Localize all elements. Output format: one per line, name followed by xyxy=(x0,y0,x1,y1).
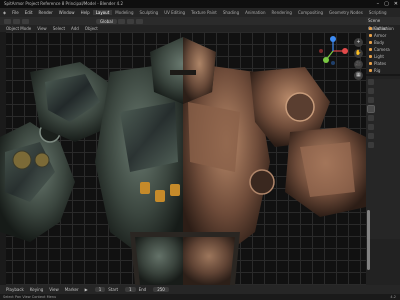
tab-rendering[interactable]: Rendering xyxy=(269,10,295,15)
3d-viewport[interactable]: + ✋ 🎥 ▦ xyxy=(0,32,366,285)
snap-icon[interactable] xyxy=(126,18,134,24)
material-properties-icon[interactable] xyxy=(368,142,374,148)
tab-uv-editing[interactable]: UV Editing xyxy=(161,10,188,15)
close-button[interactable]: ✕ xyxy=(394,0,398,8)
scrollbar[interactable] xyxy=(367,210,370,270)
zoom-button[interactable]: + xyxy=(354,38,363,47)
timeline-bar: Playback Keying View Marker ▶ 1 Start 1 … xyxy=(0,285,400,294)
menu-object[interactable]: Object xyxy=(82,26,101,31)
right-panels: Scene Collection Collection Armor Body C… xyxy=(366,17,400,285)
gizmo-z-axis[interactable] xyxy=(330,36,336,42)
timeline-keying-menu[interactable]: Keying xyxy=(27,287,46,292)
status-hints: Select Pan View Context Menu xyxy=(3,295,57,299)
timeline-marker-menu[interactable]: Marker xyxy=(62,287,82,292)
outliner-item[interactable]: Plates xyxy=(366,60,400,67)
light-icon xyxy=(369,55,372,58)
end-frame-field[interactable]: 250 xyxy=(153,287,169,292)
world-properties-icon[interactable] xyxy=(368,115,374,121)
tab-texture-paint[interactable]: Texture Paint xyxy=(188,10,220,15)
outliner-header: Scene Collection xyxy=(366,17,400,31)
proportional-edit-icon[interactable] xyxy=(135,18,143,24)
status-bar: Select Pan View Context Menu 4.2 xyxy=(0,294,400,300)
ortho-toggle-button[interactable]: ▦ xyxy=(354,71,363,80)
panel-divider[interactable] xyxy=(366,74,400,76)
outliner-item[interactable]: Rig xyxy=(366,67,400,74)
menu-edit[interactable]: Edit xyxy=(22,10,36,15)
armature-icon xyxy=(369,69,372,72)
gizmo-y-axis[interactable] xyxy=(323,57,329,63)
object-properties-icon[interactable] xyxy=(368,124,374,130)
play-button[interactable]: ▶ xyxy=(82,287,91,292)
mech-model-render xyxy=(0,37,366,285)
window-controls: – ▢ ✕ xyxy=(377,0,398,8)
viewport-header: Global xyxy=(0,17,366,25)
tab-compositing[interactable]: Compositing xyxy=(295,10,326,15)
tab-shading[interactable]: Shading xyxy=(220,10,242,15)
maximize-button[interactable]: ▢ xyxy=(384,0,389,8)
viewport-menu-bar: Object Mode View Select Add Object xyxy=(0,25,366,32)
timeline-playback-menu[interactable]: Playback xyxy=(3,287,27,292)
menu-file[interactable]: File xyxy=(9,10,22,15)
properties-panel xyxy=(366,79,400,239)
navigation-gizmo[interactable] xyxy=(318,36,348,66)
modifier-properties-icon[interactable] xyxy=(368,133,374,139)
mesh-icon xyxy=(369,62,372,65)
mesh-icon xyxy=(369,34,372,37)
tab-sculpting[interactable]: Sculpting xyxy=(137,10,162,15)
menu-render[interactable]: Render xyxy=(36,10,56,15)
menu-window[interactable]: Window xyxy=(56,10,78,15)
outliner-item[interactable]: Armor xyxy=(366,32,400,39)
camera-view-button[interactable]: 🎥 xyxy=(354,60,363,69)
window-title: SpitArmor Project Reference 8 Principal/… xyxy=(4,1,124,6)
outliner-item[interactable]: Body xyxy=(366,39,400,46)
menu-add[interactable]: Add xyxy=(68,26,82,31)
tab-animation[interactable]: Animation xyxy=(242,10,268,15)
tool-properties-icon[interactable] xyxy=(368,79,374,85)
scene-properties-icon[interactable] xyxy=(367,105,375,113)
timeline-view-menu[interactable]: View xyxy=(46,287,62,292)
output-properties-icon[interactable] xyxy=(368,97,374,103)
version-label: 4.2 xyxy=(390,295,396,299)
render-properties-icon[interactable] xyxy=(368,88,374,94)
gizmo-x-axis[interactable] xyxy=(342,48,348,54)
tab-modeling[interactable]: Modeling xyxy=(112,10,136,15)
editor-type-icon[interactable] xyxy=(4,18,11,24)
end-label: End xyxy=(138,287,147,292)
camera-icon xyxy=(369,48,372,51)
outliner-item[interactable]: Camera xyxy=(366,46,400,53)
menu-select[interactable]: Select xyxy=(50,26,68,31)
pan-button[interactable]: ✋ xyxy=(354,49,363,58)
tab-scripting[interactable]: Scripting xyxy=(366,10,390,15)
tab-layout[interactable]: Layout xyxy=(92,10,113,15)
select-extend-icon[interactable] xyxy=(22,18,29,24)
blender-logo-icon[interactable]: ◈ xyxy=(0,10,9,15)
outliner-item[interactable]: Light xyxy=(366,53,400,60)
title-bar: SpitArmor Project Reference 8 Principal/… xyxy=(0,0,400,8)
select-box-icon[interactable] xyxy=(13,18,20,24)
current-frame-field[interactable]: 1 xyxy=(94,287,106,292)
transform-orientation-dropdown[interactable]: Global xyxy=(96,18,117,24)
start-frame-field[interactable]: 1 xyxy=(125,287,136,292)
collection-icon xyxy=(369,27,372,30)
tab-geometry-nodes[interactable]: Geometry Nodes xyxy=(326,10,366,15)
menu-bar: ◈ File Edit Render Window Help Layout Mo… xyxy=(0,8,400,17)
minimize-button[interactable]: – xyxy=(377,0,380,8)
menu-help[interactable]: Help xyxy=(78,10,93,15)
pivot-icon[interactable] xyxy=(117,18,125,24)
start-label: Start xyxy=(108,287,119,292)
mesh-icon xyxy=(369,41,372,44)
mode-dropdown[interactable]: Object Mode xyxy=(3,26,34,31)
menu-view[interactable]: View xyxy=(34,26,50,31)
